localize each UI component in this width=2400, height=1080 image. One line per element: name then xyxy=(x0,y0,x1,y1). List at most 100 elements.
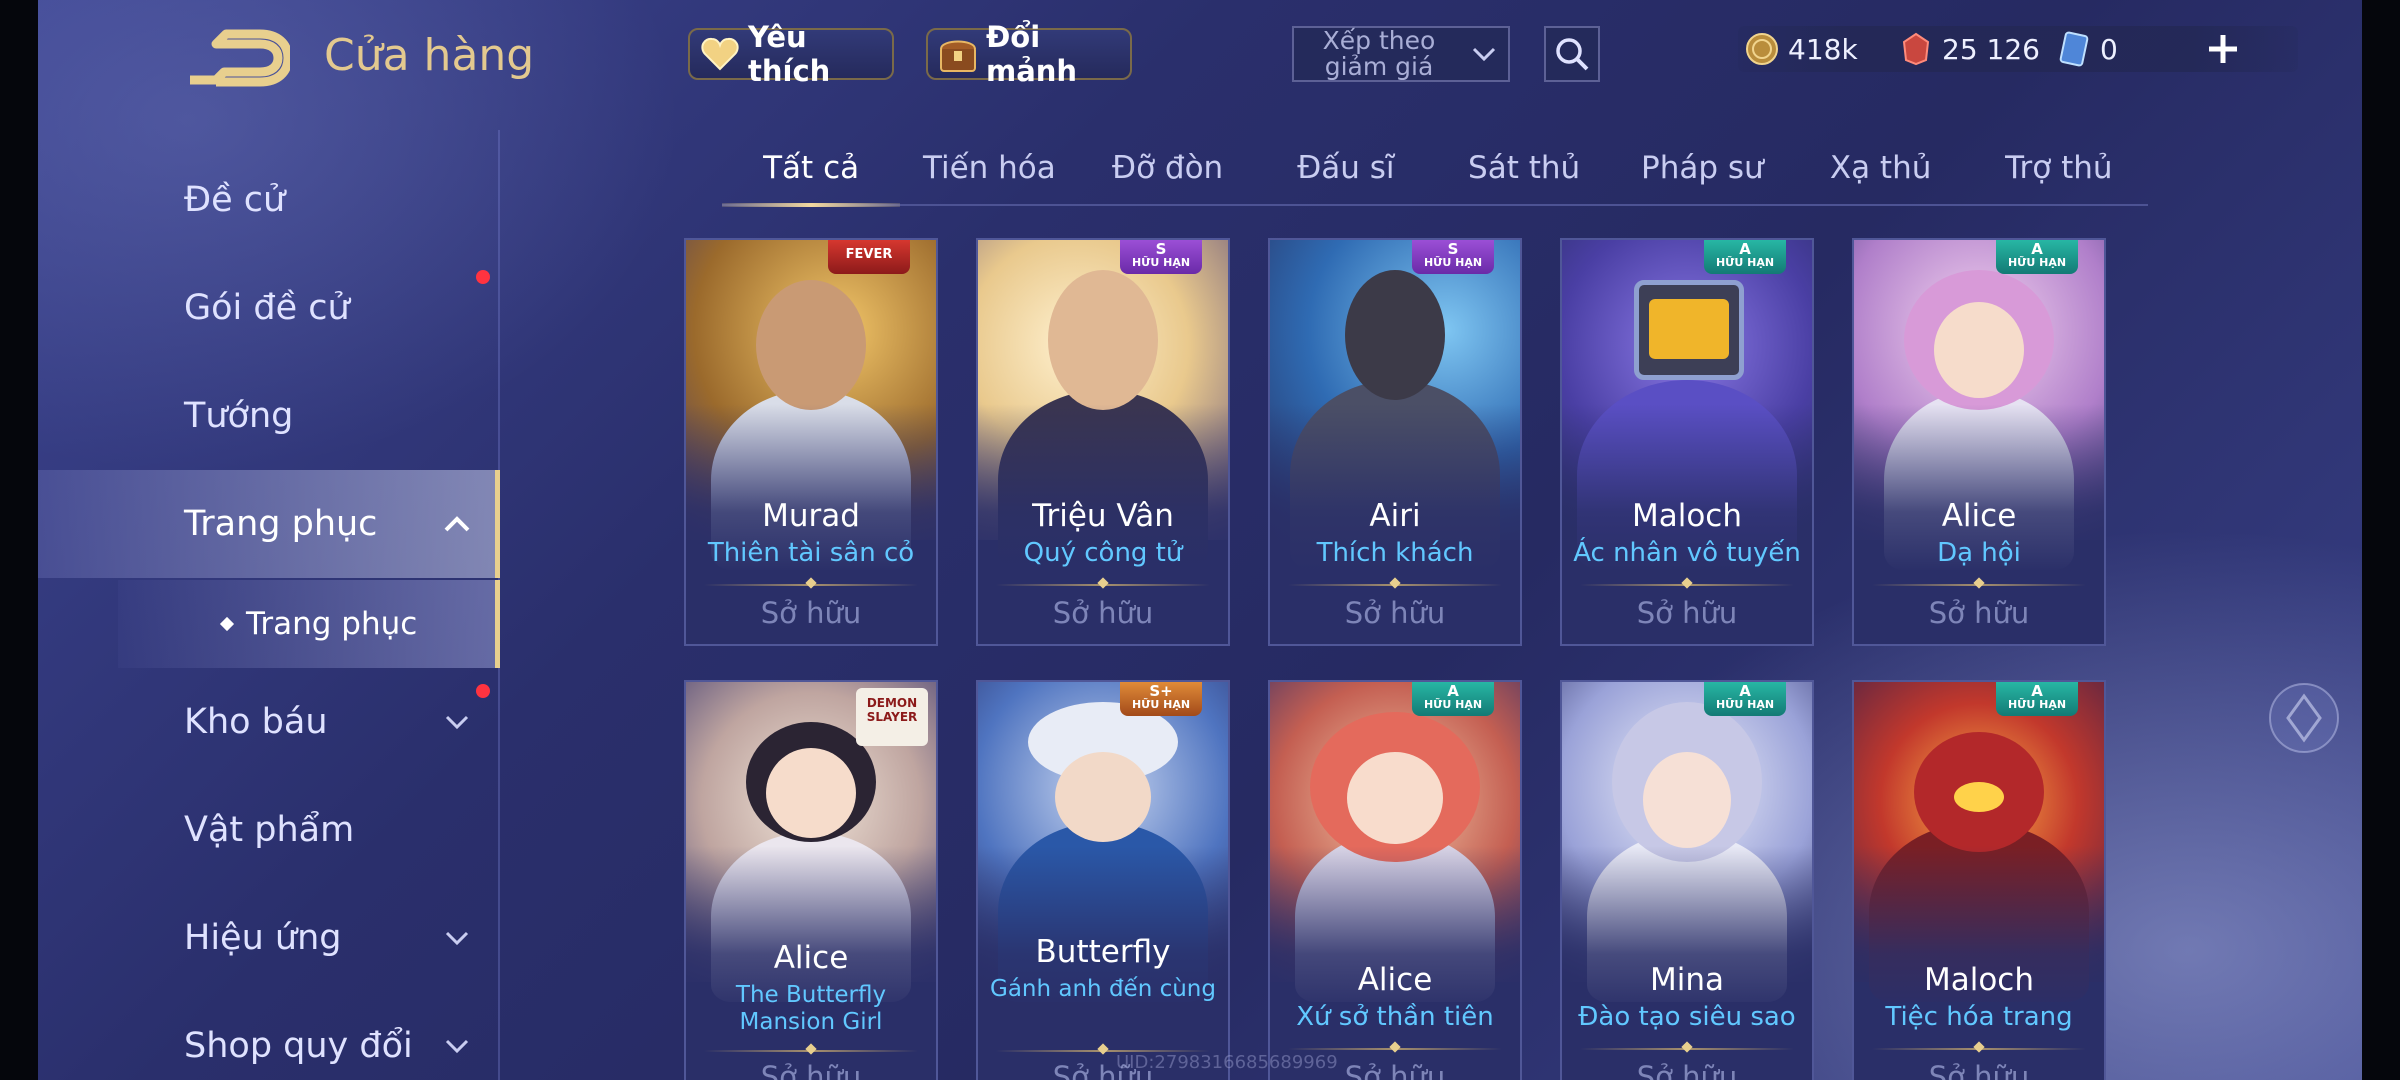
tier-badge: A HỮU HẠN xyxy=(1996,240,2078,274)
add-currency-button[interactable] xyxy=(2200,26,2246,72)
plus-icon xyxy=(2209,35,2237,63)
sidebar-item-skins[interactable]: Trang phục xyxy=(38,470,500,578)
card-separator xyxy=(1288,584,1502,586)
owned-status: Sở hữu xyxy=(1636,596,1738,630)
card-amount: 0 xyxy=(2100,32,2118,66)
sidebar-item-featured-bundles[interactable]: Gói đề cử xyxy=(38,254,500,362)
owned-status: Sở hữu xyxy=(1052,596,1154,630)
sidebar-item-treasure[interactable]: Kho báu xyxy=(38,668,500,776)
badge-text: HỮU HẠN xyxy=(1131,256,1191,269)
badge-tier: A xyxy=(2031,682,2043,700)
treasure-chest-icon xyxy=(938,34,978,74)
tier-badge: S HỮU HẠN xyxy=(1412,240,1494,274)
hero-face xyxy=(766,748,856,838)
screen-bezel-left xyxy=(0,0,38,1080)
sidebar-subitem-label: Trang phục xyxy=(246,606,418,642)
sidebar-item-label: Trang phục xyxy=(184,504,378,544)
tab-marksman[interactable]: Xạ thủ xyxy=(1792,140,1970,204)
skin-card[interactable]: A HỮU HẠN Maloch Tiệc hóa trang Sở hữu xyxy=(1852,680,2106,1080)
hero-name: Maloch xyxy=(1631,498,1742,534)
chevron-down-icon xyxy=(442,707,472,737)
badge-text: HỮU HẠN xyxy=(1715,256,1775,269)
sidebar: Đề cử Gói đề cử Tướng Trang phục Trang p… xyxy=(38,0,500,1080)
owned-status: Sở hữu xyxy=(1928,596,2030,630)
shop-screen: Đề cử Gói đề cử Tướng Trang phục Trang p… xyxy=(38,0,2362,1080)
tier-badge: A HỮU HẠN xyxy=(1704,682,1786,716)
skin-name: Đào tạo siêu sao xyxy=(1578,1002,1796,1032)
skin-name: Quý công tử xyxy=(1023,538,1183,568)
hero-face xyxy=(1048,270,1158,410)
skin-card[interactable]: S+ HỮU HẠN Butterfly Gánh anh đến cùng Sở… xyxy=(976,680,1230,1080)
hero-face xyxy=(1934,302,2024,398)
hero-face xyxy=(1055,752,1151,842)
sidebar-item-items[interactable]: Vật phẩm xyxy=(38,776,500,884)
skin-card[interactable]: DEMON SLAYER Alice The Butterfly Mansion… xyxy=(684,680,938,1080)
voucher-amount: 25 126 xyxy=(1942,32,2040,66)
badge-tier: A xyxy=(1739,240,1751,258)
skin-card[interactable]: A HỮU HẠN Alice Xứ sở thần tiên Sở hữu xyxy=(1268,680,1522,1080)
card-separator xyxy=(1872,584,2086,586)
hero-face xyxy=(1345,270,1445,400)
sidebar-item-label: Hiệu ứng xyxy=(184,918,342,958)
skin-card[interactable]: S HỮU HẠN Airi Thích khách Sở hữu xyxy=(1268,238,1522,646)
skin-card[interactable]: A HỮU HẠN Mina Đào tạo siêu sao Sở hữu xyxy=(1560,680,1814,1080)
sidebar-item-effects[interactable]: Hiệu ứng xyxy=(38,884,500,992)
skin-card[interactable]: S HỮU HẠN Triệu Vân Quý công tử Sở hữu xyxy=(976,238,1230,646)
skin-name: Ác nhân vô tuyến xyxy=(1573,538,1801,568)
floating-assist-button[interactable] xyxy=(2264,678,2344,758)
favorites-button[interactable]: Yêu thích xyxy=(688,20,894,88)
gold-balance: 418k xyxy=(1744,28,1858,70)
tier-badge: S HỮU HẠN xyxy=(1120,240,1202,274)
sidebar-item-exchange-shop[interactable]: Shop quy đổi xyxy=(38,992,500,1080)
chevron-up-icon xyxy=(442,509,472,539)
search-button[interactable] xyxy=(1544,26,1600,82)
badge-tier: S+ xyxy=(1149,682,1173,700)
skin-name: Tiệc hóa trang xyxy=(1885,1002,2073,1032)
chevron-down-icon xyxy=(442,923,472,953)
tab-evolution[interactable]: Tiến hóa xyxy=(900,140,1078,204)
tab-assassin[interactable]: Sát thủ xyxy=(1435,140,1613,204)
tab-mage[interactable]: Pháp sư xyxy=(1613,140,1791,204)
card-separator xyxy=(704,584,918,586)
card-separator xyxy=(1580,1048,1794,1050)
tab-tank[interactable]: Đỡ đòn xyxy=(1079,140,1257,204)
hero-name: Triệu Vân xyxy=(1032,498,1174,534)
screen-bezel-right xyxy=(2362,0,2400,1080)
sidebar-item-featured[interactable]: Đề cử xyxy=(38,146,500,254)
tab-fighter[interactable]: Đấu sĩ xyxy=(1257,140,1435,204)
owned-status: Sở hữu xyxy=(1344,596,1446,630)
skin-card[interactable]: A HỮU HẠN Alice Dạ hội Sở hữu xyxy=(1852,238,2106,646)
sort-dropdown[interactable]: Xếp theo giảm giá xyxy=(1292,26,1510,82)
shard-exchange-button[interactable]: Đổi mảnh xyxy=(926,20,1132,88)
shard-exchange-label: Đổi mảnh xyxy=(986,20,1078,88)
skin-card[interactable]: FEVER Murad Thiên tài sân cỏ Sở hữu xyxy=(684,238,938,646)
badge-text: HỮU HẠN xyxy=(2007,698,2067,711)
diamond-icon xyxy=(2269,683,2339,753)
gold-amount: 418k xyxy=(1788,32,1858,66)
diamond-bullet-icon xyxy=(219,616,235,632)
skin-name: Thích khách xyxy=(1316,538,1474,568)
badge-tier: S xyxy=(1447,240,1459,258)
badge-text: HỮU HẠN xyxy=(1423,256,1483,269)
chevron-down-icon xyxy=(1464,34,1504,74)
page-title: Cửa hàng xyxy=(324,30,535,81)
hero-name: Alice xyxy=(1357,962,1433,998)
sidebar-item-heroes[interactable]: Tướng xyxy=(38,362,500,470)
tier-badge: A HỮU HẠN xyxy=(1996,682,2078,716)
role-tabs: Tất cả Tiến hóa Đỡ đòn Đấu sĩ Sát thủ Ph… xyxy=(722,140,2148,207)
tab-support[interactable]: Trợ thủ xyxy=(1970,140,2148,204)
badge-text: HỮU HẠN xyxy=(2007,256,2067,269)
chevron-down-icon xyxy=(442,1031,472,1061)
badge-tier: A xyxy=(2031,240,2043,258)
back-button[interactable] xyxy=(186,28,293,92)
card-separator xyxy=(704,1050,918,1052)
skin-card[interactable]: A HỮU HẠN Maloch Ác nhân vô tuyến Sở hữu xyxy=(1560,238,1814,646)
badge-text: HỮU HẠN xyxy=(1423,698,1483,711)
notification-dot xyxy=(476,684,490,698)
hero-face xyxy=(1347,752,1443,844)
tab-all[interactable]: Tất cả xyxy=(722,140,901,207)
tier-badge: A HỮU HẠN xyxy=(1704,240,1786,274)
sidebar-subitem-skins[interactable]: Trang phục xyxy=(118,580,500,668)
card-separator xyxy=(1288,1048,1502,1050)
search-icon xyxy=(1556,38,1589,71)
